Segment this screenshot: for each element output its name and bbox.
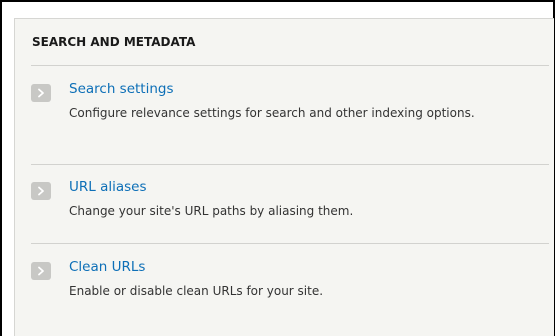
divider	[31, 243, 549, 244]
clean-urls-link[interactable]: Clean URLs	[69, 259, 145, 275]
chevron-right-icon	[31, 262, 51, 280]
block-title: SEARCH AND METADATA	[32, 35, 196, 49]
divider	[31, 164, 549, 165]
chevron-right-icon	[31, 84, 51, 102]
divider	[31, 65, 549, 66]
chevron-right-icon	[31, 182, 51, 200]
search-settings-description: Configure relevance settings for search …	[69, 106, 475, 120]
url-aliases-description: Change your site's URL paths by aliasing…	[69, 204, 354, 218]
admin-block-search-and-metadata: SEARCH AND METADATA Search settings Conf…	[14, 18, 554, 336]
url-aliases-link[interactable]: URL aliases	[69, 179, 147, 195]
clean-urls-description: Enable or disable clean URLs for your si…	[69, 284, 324, 298]
search-settings-link[interactable]: Search settings	[69, 81, 174, 97]
